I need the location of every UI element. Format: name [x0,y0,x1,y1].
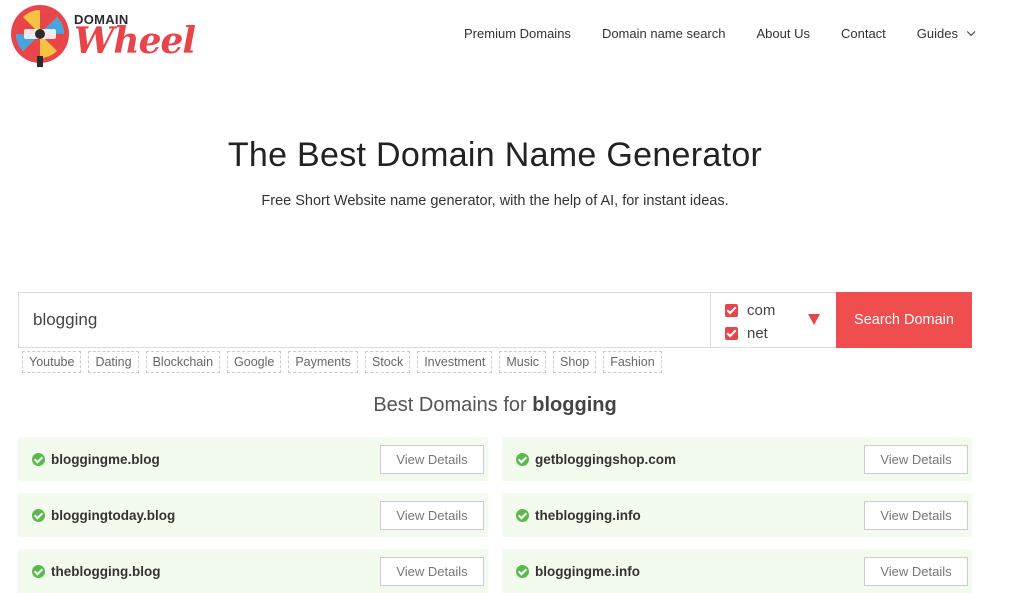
domain-name[interactable]: bloggingme.blog [51,452,380,467]
check-circle-icon [516,452,529,466]
tag-shop[interactable]: Shop [553,351,597,373]
view-details-button[interactable]: View Details [380,500,484,530]
nav-about-us[interactable]: About Us [757,26,810,41]
view-details-button[interactable]: View Details [380,556,484,586]
result-item: theblogging.info View Details [502,493,972,537]
result-item: bloggingtoday.blog View Details [18,493,488,537]
tag-blockchain[interactable]: Blockchain [145,351,221,373]
chevron-down-icon [966,27,976,36]
tag-dating[interactable]: Dating [88,351,139,373]
check-circle-icon [32,564,45,578]
domain-name[interactable]: bloggingtoday.blog [51,508,380,523]
search-input[interactable] [19,293,710,347]
tag-music[interactable]: Music [499,351,546,373]
nav-premium-domains[interactable]: Premium Domains [464,26,571,41]
view-details-button[interactable]: View Details [864,500,968,530]
page-subtitle: Free Short Website name generator, with … [261,193,729,209]
wheel-logo-icon [11,5,69,67]
site-header: DOMAIN Wheel Premium Domains Domain name… [0,0,1024,72]
results-keyword: blogging [532,394,617,416]
domain-name[interactable]: getbloggingshop.com [535,452,864,467]
view-details-button[interactable]: View Details [864,556,968,586]
tld-option-net[interactable]: net [725,322,836,345]
search-domain-button[interactable]: Search Domain [836,292,972,348]
nav-guides-label: Guides [916,26,958,41]
tld-label: com [747,302,776,319]
check-circle-icon [32,452,45,466]
dropdown-arrow-icon[interactable] [808,314,820,325]
page-title: The Best Domain Name Generator [227,136,763,174]
logo[interactable]: DOMAIN Wheel [8,4,198,68]
result-item: getbloggingshop.com View Details [502,437,972,481]
nav-contact[interactable]: Contact [841,26,886,41]
tag-fashion[interactable]: Fashion [603,351,662,373]
result-item: bloggingme.info View Details [502,549,972,593]
results-heading: Best Domains for blogging [0,394,990,417]
check-circle-icon [32,508,45,522]
nav-domain-name-search[interactable]: Domain name search [602,26,726,41]
main-nav: Premium Domains Domain name search About… [433,26,976,41]
search-bar: com net Search Domain [18,292,972,348]
domain-name[interactable]: bloggingme.info [535,564,864,579]
tld-label: net [747,325,768,342]
tag-google[interactable]: Google [227,351,282,373]
results-heading-prefix: Best Domains for [373,394,533,416]
check-circle-icon [516,508,529,522]
suggestion-tags: Youtube Dating Blockchain Google Payment… [22,351,669,373]
tag-youtube[interactable]: Youtube [22,351,82,373]
check-circle-icon [516,564,529,578]
domain-name[interactable]: theblogging.blog [51,564,380,579]
result-item: theblogging.blog View Details [18,549,488,593]
view-details-button[interactable]: View Details [380,444,484,474]
tag-investment[interactable]: Investment [417,351,493,373]
tag-stock[interactable]: Stock [364,351,411,373]
view-details-button[interactable]: View Details [864,444,968,474]
tag-payments[interactable]: Payments [288,351,358,373]
nav-guides[interactable]: Guides [916,26,976,41]
result-item: bloggingme.blog View Details [18,437,488,481]
domain-name[interactable]: theblogging.info [535,508,864,523]
checkbox-checked-icon[interactable] [725,304,738,317]
tld-selector[interactable]: com net [710,293,836,347]
logo-main-text: Wheel [74,20,196,62]
checkbox-checked-icon[interactable] [725,327,738,340]
